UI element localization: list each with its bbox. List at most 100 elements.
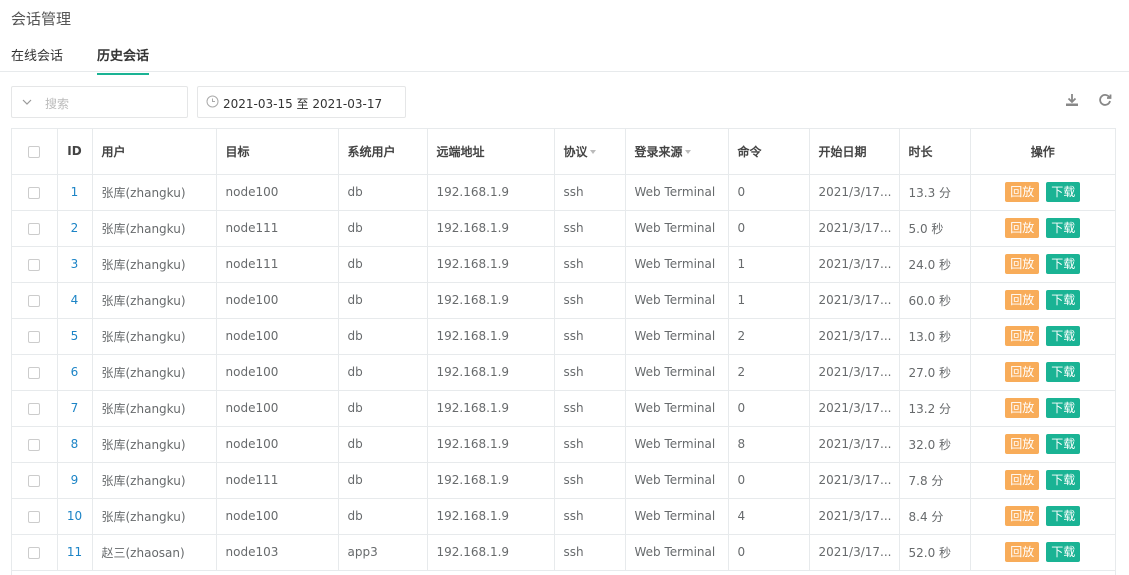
session-id-link[interactable]: 3	[57, 246, 93, 283]
cell-user: 张库(zhangku)	[92, 210, 217, 247]
row-checkbox[interactable]	[28, 258, 41, 271]
cell-command: 0	[728, 390, 810, 427]
date-range-picker[interactable]: 2021-03-15 至 2021-03-17	[197, 86, 406, 118]
download-button[interactable]: 下载	[1046, 506, 1081, 526]
cell-start-date: 2021/3/17...	[809, 390, 900, 427]
replay-button[interactable]: 回放	[1005, 218, 1040, 238]
download-button[interactable]: 下载	[1046, 182, 1081, 202]
cell-start-date: 2021/3/17...	[809, 246, 900, 283]
download-button[interactable]: 下载	[1046, 218, 1081, 238]
cell-start-date: 2021/3/17...	[809, 282, 900, 319]
cell-start-date: 2021/3/17...	[809, 426, 900, 463]
cell-login-from: Web Terminal	[625, 210, 729, 247]
header-login-from[interactable]: 登录来源	[625, 129, 729, 175]
cell-actions: 回放 下载	[970, 390, 1115, 427]
tab-history-sessions[interactable]: 历史会话	[97, 45, 150, 75]
cell-duration: 13.3 分	[899, 174, 971, 211]
download-button[interactable]: 下载	[1046, 470, 1081, 490]
row-checkbox[interactable]	[28, 330, 41, 343]
cell-actions: 回放 下载	[970, 462, 1115, 499]
download-button[interactable]: 下载	[1046, 254, 1081, 274]
sessions-table: ID 用户 目标 系统用户 远端地址 协议 登录来源 命令 开始日期 时长 操作…	[11, 128, 1116, 575]
download-button[interactable]: 下载	[1046, 290, 1081, 310]
table-row: 3 张库(zhangku) node111 db 192.168.1.9 ssh Web T…	[12, 246, 1115, 283]
session-id-link[interactable]: 10	[57, 498, 93, 535]
header-start-date: 开始日期	[809, 129, 900, 175]
cell-protocol: ssh	[554, 498, 626, 535]
cell-actions: 回放 下载	[970, 426, 1115, 463]
session-id-link[interactable]: 5	[57, 318, 93, 355]
row-checkbox[interactable]	[28, 438, 41, 451]
replay-button[interactable]: 回放	[1005, 506, 1040, 526]
header-remote-addr: 远端地址	[427, 129, 555, 175]
row-checkbox[interactable]	[28, 402, 41, 415]
cell-system-user: db	[338, 390, 428, 427]
refresh-icon[interactable]	[1097, 92, 1113, 108]
cell-login-from: Web Terminal	[625, 426, 729, 463]
session-id-link[interactable]: 9	[57, 462, 93, 499]
session-id-link[interactable]: 4	[57, 282, 93, 319]
session-id-link[interactable]: 6	[57, 354, 93, 391]
replay-button[interactable]: 回放	[1005, 398, 1040, 418]
cell-login-from: Web Terminal	[625, 390, 729, 427]
replay-button[interactable]: 回放	[1005, 254, 1040, 274]
row-select-cell	[12, 426, 58, 463]
cell-command: 2	[728, 318, 810, 355]
filter-caret-icon[interactable]	[589, 150, 596, 155]
cell-command: 2	[728, 354, 810, 391]
cell-command: 4	[728, 498, 810, 535]
download-button[interactable]: 下载	[1046, 362, 1081, 382]
row-checkbox[interactable]	[28, 474, 41, 487]
row-checkbox[interactable]	[28, 186, 41, 199]
cell-user: 张库(zhangku)	[92, 498, 217, 535]
row-select-cell	[12, 390, 58, 427]
download-button[interactable]: 下载	[1046, 398, 1081, 418]
cell-protocol: ssh	[554, 534, 626, 571]
header-user: 用户	[92, 129, 217, 175]
download-button[interactable]: 下载	[1046, 326, 1081, 346]
cell-duration: 5.0 秒	[899, 210, 971, 247]
row-checkbox[interactable]	[28, 294, 41, 307]
session-id-link[interactable]: 8	[57, 426, 93, 463]
row-checkbox[interactable]	[28, 366, 41, 379]
replay-button[interactable]: 回放	[1005, 434, 1040, 454]
cell-remote-addr: 192.168.1.9	[427, 390, 555, 427]
page-title: 会话管理	[11, 10, 72, 28]
replay-button[interactable]: 回放	[1005, 326, 1040, 346]
row-checkbox[interactable]	[28, 510, 41, 523]
header-action: 操作	[970, 129, 1115, 175]
replay-button[interactable]: 回放	[1005, 290, 1040, 310]
replay-button[interactable]: 回放	[1005, 362, 1040, 382]
session-id-link[interactable]: 2	[57, 210, 93, 247]
search-placeholder: 搜索	[45, 97, 70, 111]
cell-system-user: db	[338, 462, 428, 499]
row-checkbox[interactable]	[28, 546, 41, 559]
row-checkbox[interactable]	[28, 222, 41, 235]
cell-user: 张库(zhangku)	[92, 426, 217, 463]
replay-button[interactable]: 回放	[1005, 182, 1040, 202]
session-id-link[interactable]: 11	[57, 534, 93, 571]
header-protocol[interactable]: 协议	[554, 129, 626, 175]
tab-online-sessions[interactable]: 在线会话	[11, 45, 63, 73]
cell-user: 张库(zhangku)	[92, 354, 217, 391]
search-input[interactable]: 搜索	[11, 86, 188, 118]
session-id-link[interactable]: 1	[57, 174, 93, 211]
table-row: 5 张库(zhangku) node100 db 192.168.1.9 ssh Web T…	[12, 318, 1115, 355]
cell-target: node100	[216, 354, 339, 391]
session-id-link[interactable]: 7	[57, 390, 93, 427]
cell-target: node111	[216, 246, 339, 283]
cell-protocol: ssh	[554, 390, 626, 427]
cell-start-date: 2021/3/17...	[809, 534, 900, 571]
cell-system-user: db	[338, 210, 428, 247]
replay-button[interactable]: 回放	[1005, 542, 1040, 562]
chevron-down-icon[interactable]	[21, 96, 33, 108]
replay-button[interactable]: 回放	[1005, 470, 1040, 490]
filter-caret-icon[interactable]	[684, 150, 691, 155]
select-all-checkbox[interactable]	[28, 145, 41, 158]
download-button[interactable]: 下载	[1046, 434, 1081, 454]
cell-system-user: db	[338, 318, 428, 355]
row-select-cell	[12, 246, 58, 283]
download-button[interactable]: 下载	[1046, 542, 1081, 562]
cell-actions: 回放 下载	[970, 318, 1115, 355]
download-icon[interactable]	[1064, 92, 1080, 108]
